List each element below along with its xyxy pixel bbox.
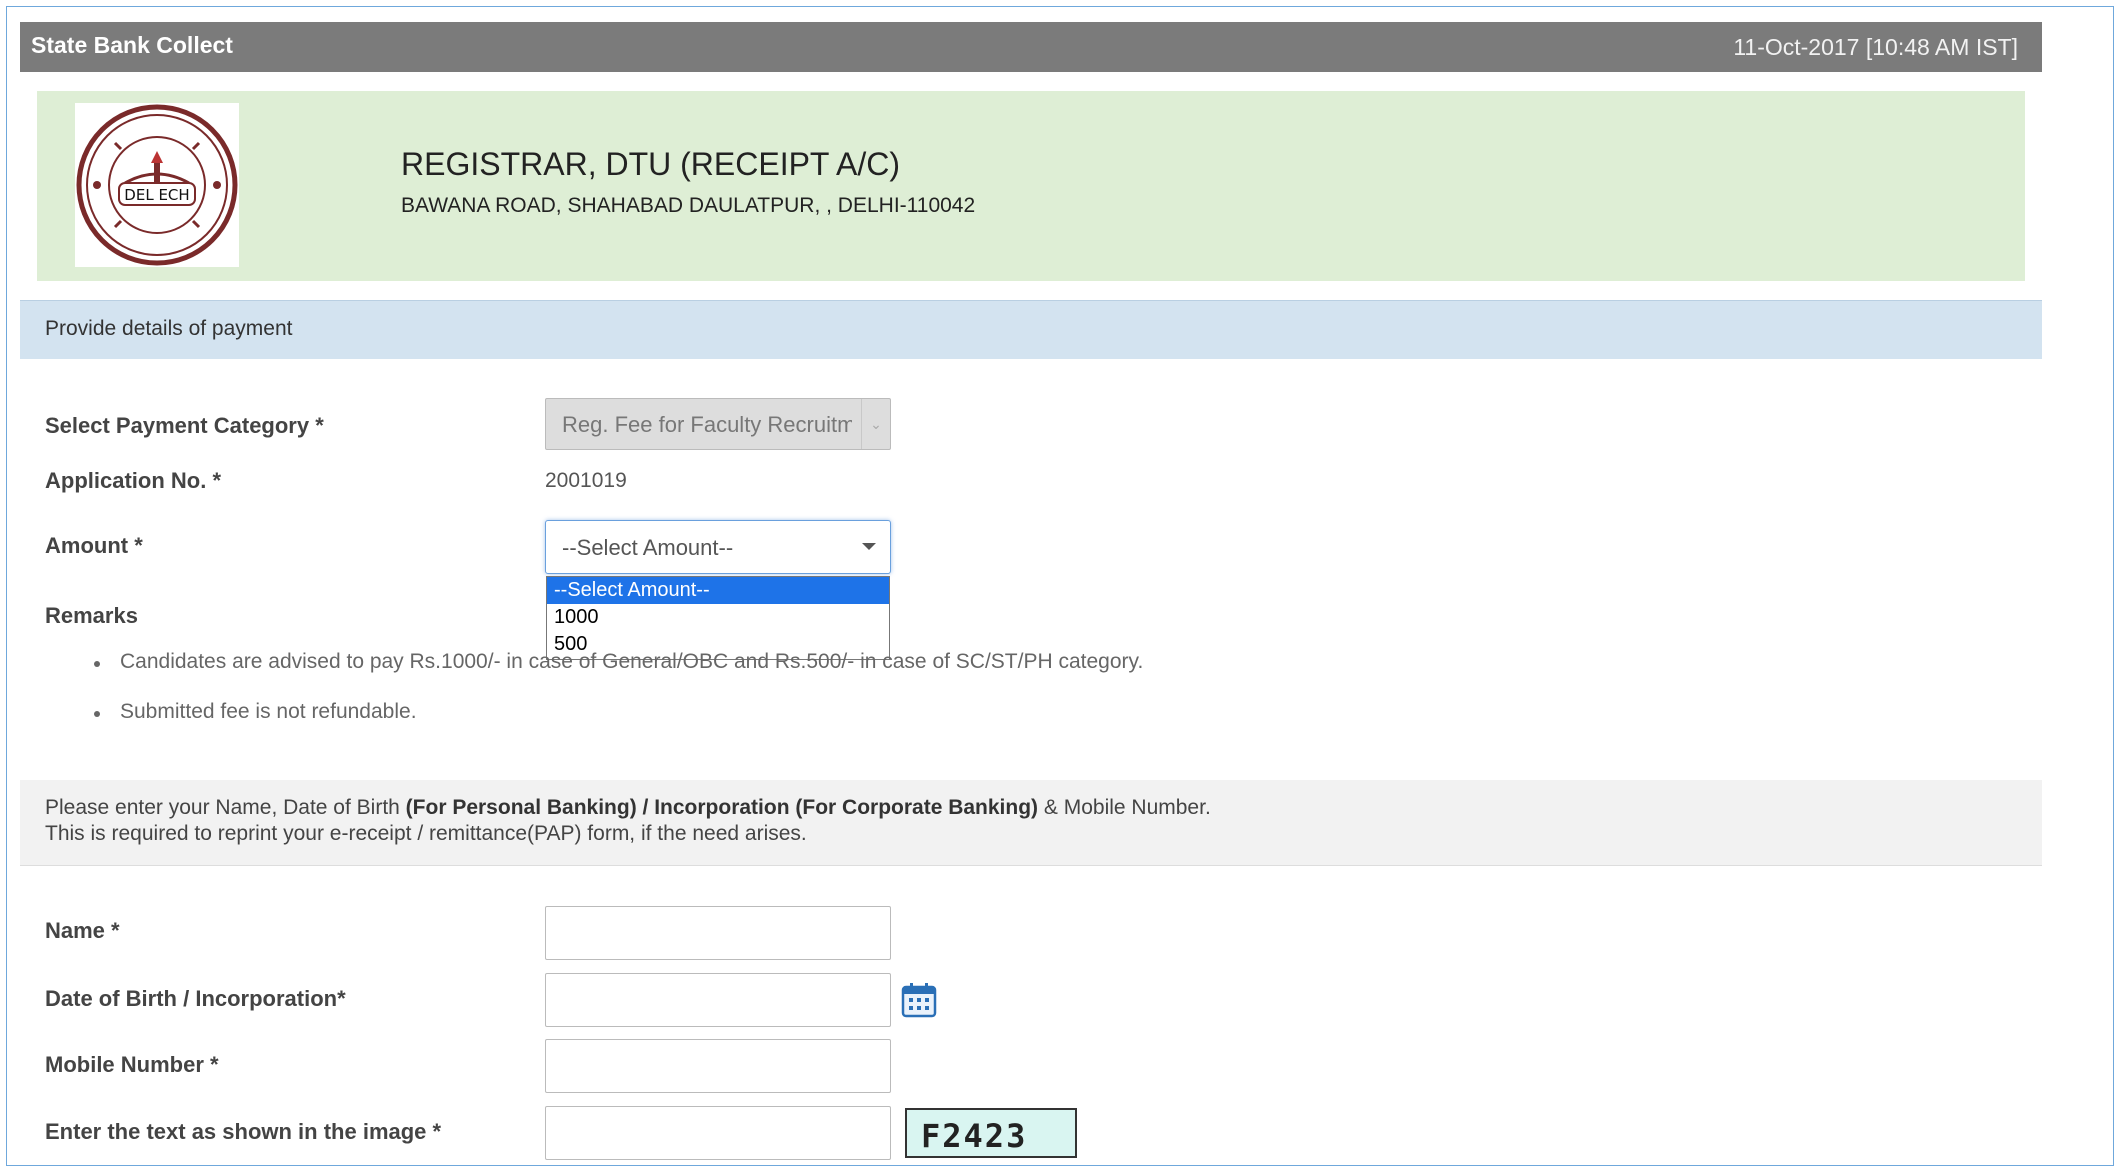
amount-select[interactable]: --Select Amount--	[545, 520, 891, 574]
note-line-1: Please enter your Name, Date of Birth (F…	[45, 796, 1211, 820]
amount-option[interactable]: --Select Amount--	[547, 577, 889, 604]
payment-category-select: Reg. Fee for Faculty Recruitment ⌄	[545, 398, 891, 450]
title-bar: State Bank Collect 11-Oct-2017 [10:48 AM…	[20, 22, 2042, 72]
section-title: Provide details of payment	[45, 317, 293, 340]
captcha-image: F2423	[905, 1108, 1077, 1158]
amount-option[interactable]: 1000	[547, 604, 889, 631]
mobile-label: Mobile Number *	[45, 1052, 219, 1077]
dob-label: Date of Birth / Incorporation*	[45, 986, 346, 1011]
remarks-list: Candidates are advised to pay Rs.1000/- …	[78, 650, 1143, 750]
name-label: Name *	[45, 918, 120, 943]
university-logo: DEL ECH	[75, 103, 239, 267]
timestamp: 11-Oct-2017 [10:48 AM IST]	[1733, 34, 2018, 60]
merchant-address: BAWANA ROAD, SHAHABAD DAULATPUR, , DELHI…	[401, 194, 976, 217]
name-input[interactable]	[545, 906, 891, 960]
note-line-2: This is required to reprint your e-recei…	[45, 822, 807, 845]
captcha-label: Enter the text as shown in the image *	[45, 1119, 442, 1144]
merchant-header: DEL ECH REGISTRAR, DTU (RECEIPT A/C) BAW…	[37, 91, 2025, 281]
payment-category-value: Reg. Fee for Faculty Recruitment	[562, 412, 852, 437]
personal-info-note: Please enter your Name, Date of Birth (F…	[20, 780, 2042, 866]
remark-item: Candidates are advised to pay Rs.1000/- …	[78, 650, 1143, 700]
application-no-value: 2001019	[545, 469, 627, 492]
note-bold-text: (For Personal Banking) / Incorporation (…	[405, 796, 1039, 819]
dob-input[interactable]	[545, 973, 891, 1027]
note-text: & Mobile Number.	[1038, 796, 1211, 819]
captcha-input[interactable]	[545, 1106, 891, 1160]
mobile-input[interactable]	[545, 1039, 891, 1093]
chevron-down-icon: ⌄	[861, 399, 890, 449]
note-text: Please enter your Name, Date of Birth	[45, 796, 406, 819]
merchant-name: REGISTRAR, DTU (RECEIPT A/C)	[401, 146, 901, 182]
amount-label: Amount *	[45, 533, 143, 558]
svg-text:DEL ECH: DEL ECH	[124, 186, 189, 204]
amount-select-value: --Select Amount--	[562, 535, 734, 560]
caret-down-icon	[862, 543, 876, 550]
section-header: Provide details of payment	[20, 300, 2042, 359]
calendar-icon[interactable]	[901, 982, 937, 1018]
app-name: State Bank Collect	[31, 32, 233, 58]
remarks-label: Remarks	[45, 603, 138, 628]
dtu-seal-icon: DEL ECH	[76, 104, 238, 266]
remark-item: Submitted fee is not refundable.	[78, 700, 1143, 750]
payment-category-label: Select Payment Category *	[45, 413, 324, 438]
application-no-label: Application No. *	[45, 468, 221, 493]
amount-dropdown-list: --Select Amount-- 1000 500	[546, 576, 890, 660]
